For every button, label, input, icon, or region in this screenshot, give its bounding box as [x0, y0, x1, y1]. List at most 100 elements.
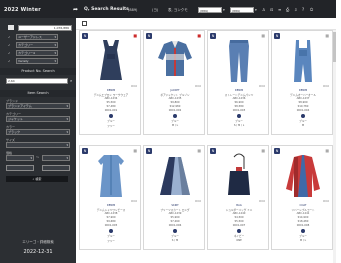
select-a-chevron-icon[interactable]: ▾ — [223, 8, 225, 12]
product-number: 0002 — [194, 200, 201, 203]
product-code: ABC-1241 — [296, 212, 310, 215]
product-retail-price: ¥12,980 — [169, 105, 181, 108]
product-size: S / M / L — [233, 124, 245, 127]
menu-toggle[interactable]: (ヨ) — [152, 8, 158, 13]
product-price: ¥5,500 — [106, 101, 116, 104]
product-image[interactable] — [152, 36, 198, 84]
scrollbar[interactable] — [333, 30, 336, 263]
product-image[interactable] — [280, 36, 326, 84]
filter-select-2[interactable]: カテゴリー — [16, 42, 58, 48]
product-image[interactable] — [88, 36, 134, 84]
product-image[interactable] — [216, 151, 262, 199]
product-card[interactable]: N ■ 0002 DENIM ストレートデニムパンツ ABC-1236 ¥6,900 ¥8,5… — [207, 30, 269, 135]
color-swatch[interactable] — [173, 114, 177, 118]
product-sku: 0001-005 — [104, 224, 118, 227]
product-sku: 0001-006 — [168, 224, 182, 227]
cart-icon[interactable]: ⊡ — [270, 7, 273, 12]
back-arrow-icon[interactable]: ➦ — [73, 6, 78, 13]
product-code: ABC-1240 — [232, 212, 246, 215]
product-brand: JACKET — [170, 89, 180, 92]
filter-select-4[interactable]: Variety — [16, 58, 58, 64]
color-swatch[interactable] — [173, 229, 177, 233]
total-field[interactable]: 1,076,886 — [18, 25, 72, 31]
product-card[interactable]: N ■ 0002 DENIM デニムオーバーオール ABC-1237 ¥8,900 ¥10,7… — [271, 30, 333, 135]
product-card[interactable]: N ■ 0002 SKIRT プリーツスカート ロング ABC-1239 ¥5,900 ¥7,… — [143, 145, 205, 250]
product-color: ブルー — [107, 235, 115, 238]
product-size: M / L — [299, 239, 307, 242]
product-card[interactable]: N ■ 0002 COAT リバーシブルコート ABC-1241 ¥14,900 ¥18,48… — [271, 145, 333, 250]
download-icon[interactable]: ⇩ — [294, 7, 297, 12]
select-all-checkbox[interactable] — [82, 21, 87, 26]
print-icon[interactable]: ⎙ — [286, 7, 289, 12]
logout-icon[interactable]: ⏻ — [310, 7, 313, 12]
product-card[interactable]: N ■ 0002 BAG ショルダーバッグ ミニ ABC-1240 ¥4,500 ¥5,500… — [207, 145, 269, 250]
product-number: 0002 — [322, 200, 329, 203]
product-retail-price: ¥10,780 — [297, 105, 309, 108]
color-swatch[interactable] — [109, 114, 113, 118]
product-color: ブルー — [299, 120, 307, 123]
results-count: (889) — [128, 8, 138, 12]
filter-select-1[interactable]: ユーザーアドレス — [16, 34, 58, 40]
product-no-search-icon[interactable]: ⌕ — [70, 78, 72, 83]
product-card[interactable]: N ■ 0002 DENIM デニムシャツワンピース ABC-1238 ¥7,900 ¥9,6… — [79, 145, 141, 250]
product-size: フリー — [107, 125, 115, 128]
app-title: 2022 Winter — [4, 7, 41, 13]
size-select[interactable] — [6, 142, 70, 148]
product-sku: 0001-007 — [232, 224, 246, 227]
filter-select-3[interactable]: カテゴリー4 — [16, 50, 58, 56]
filter-row-2[interactable]: ✓ カテゴリー — [6, 42, 72, 48]
filter-row-4[interactable]: ✓ Variety — [6, 58, 72, 64]
product-card[interactable]: N ■ 0002 DENIM デニムエプロン ワークウェア ABC-1234 ¥5,500 ¥… — [79, 30, 141, 135]
product-image[interactable] — [216, 36, 262, 84]
product-brand: DENIM — [234, 89, 244, 92]
product-color: ブルー — [107, 120, 115, 123]
list-icon[interactable]: ≡ — [278, 7, 281, 12]
product-sku: 0001-003 — [232, 109, 246, 112]
product-code: ABC-1235 — [168, 97, 182, 100]
product-number: 0002 — [258, 85, 265, 88]
color-swatch[interactable] — [237, 229, 241, 233]
product-image[interactable] — [152, 151, 198, 199]
search-button[interactable]: ⌕ 検索 — [6, 176, 68, 182]
product-color: ブルー — [171, 120, 179, 123]
color-swatch[interactable] — [301, 229, 305, 233]
header-select-b[interactable]: (889) — [230, 7, 254, 13]
product-retail-price: ¥8,580 — [234, 105, 244, 108]
brand-select[interactable]: ブランドアイテム — [6, 103, 70, 109]
product-image[interactable] — [88, 151, 134, 199]
product-brand: DENIM — [106, 89, 116, 92]
count-label: 表, ヨンクモ — [168, 8, 188, 12]
product-retail-price: ¥18,480 — [297, 220, 309, 223]
category-select[interactable]: ジャケット — [6, 116, 70, 122]
product-image[interactable] — [280, 151, 326, 199]
color-select[interactable]: ブラック — [6, 129, 70, 135]
user-icon[interactable]: ♙ — [262, 7, 266, 12]
advanced-search-link[interactable]: エリーゴ・詳細検索 — [0, 240, 76, 245]
subcategory-filter-icon: ✓ — [8, 51, 11, 55]
price-min-select[interactable] — [6, 155, 34, 161]
filter-row-3[interactable]: ✓ カテゴリー4 — [6, 50, 72, 56]
product-card[interactable]: N ■ 0002 JACKET ボアジャケット ブルゾン ABC-1235 ¥9,800 ¥1… — [143, 30, 205, 135]
color-swatch[interactable] — [237, 114, 241, 118]
product-price: ¥14,900 — [297, 216, 309, 219]
select-b-chevron-icon[interactable]: ▾ — [255, 8, 257, 12]
scrollbar-thumb[interactable] — [333, 32, 336, 62]
product-retail-price: ¥7,480 — [106, 105, 116, 108]
filter-row-1[interactable]: ✓ ユーザーアドレス — [6, 34, 72, 40]
color-swatch[interactable] — [301, 114, 305, 118]
product-size: S / M — [171, 239, 179, 242]
header-select-a[interactable]: (889) — [198, 7, 222, 13]
product-retail-price: ¥7,260 — [170, 220, 180, 223]
product-price: ¥9,800 — [170, 101, 180, 104]
color-swatch[interactable] — [109, 229, 113, 233]
product-brand: DENIM — [298, 89, 308, 92]
keyword-input-b[interactable] — [42, 165, 70, 171]
variety-filter-icon: ✓ — [8, 59, 11, 63]
search-results-title: Q, Search Results — [84, 7, 129, 12]
product-sku: 0001-004 — [296, 109, 310, 112]
product-no-input[interactable]: 2,64 — [6, 78, 68, 84]
keyword-input-a[interactable] — [6, 165, 34, 171]
help-icon[interactable]: ? — [302, 7, 304, 12]
product-brand: DENIM — [106, 204, 116, 207]
price-max-select[interactable] — [42, 155, 70, 161]
